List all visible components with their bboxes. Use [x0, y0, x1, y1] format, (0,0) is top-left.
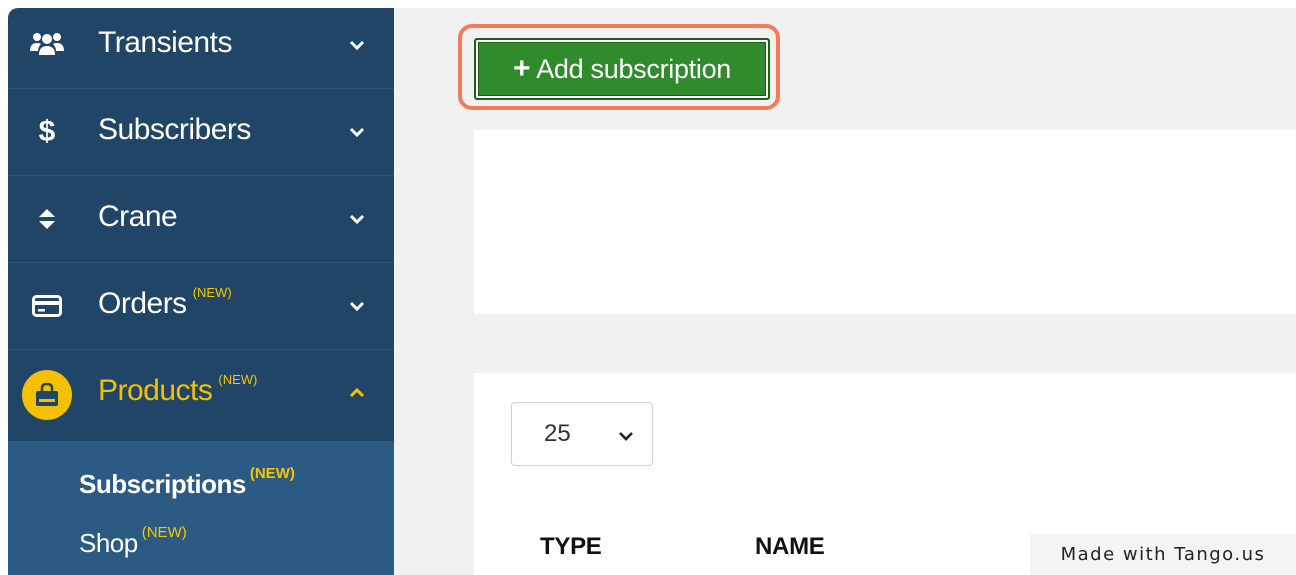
sort-arrows-icon: [30, 202, 64, 236]
sidebar-subitem-shop[interactable]: Shop (NEW): [79, 524, 187, 559]
chevron-down-icon: [346, 121, 368, 143]
sidebar-subitem-subscriptions[interactable]: Subscriptions (NEW): [79, 465, 295, 500]
sidebar: Transients $ Subscribers Crane Orders (N…: [8, 8, 394, 575]
sidebar-item-label: Subscribers: [98, 113, 251, 146]
sidebar-item-orders[interactable]: Orders (NEW): [8, 263, 394, 350]
new-badge: (NEW): [249, 465, 295, 482]
sidebar-item-subscribers[interactable]: $ Subscribers: [8, 89, 394, 176]
shopping-bag-icon: [22, 370, 72, 420]
chevron-down-icon: [346, 295, 368, 317]
sidebar-item-label: Orders (NEW): [98, 285, 232, 320]
chevron-down-icon: [346, 34, 368, 56]
chevron-down-icon: [346, 208, 368, 230]
add-subscription-button[interactable]: + Add subscription: [474, 38, 770, 100]
plus-icon: +: [512, 52, 531, 85]
new-badge: (NEW): [218, 372, 258, 387]
sidebar-item-transients[interactable]: Transients: [8, 8, 394, 89]
filter-panel: [474, 130, 1296, 314]
sidebar-item-crane[interactable]: Crane: [8, 176, 394, 263]
credit-card-icon: [30, 289, 64, 323]
users-icon: [30, 28, 64, 62]
chevron-up-icon: [346, 382, 368, 404]
sidebar-item-label: Crane: [98, 200, 178, 233]
products-submenu: Subscriptions (NEW) Shop (NEW): [8, 441, 394, 575]
chevron-down-icon: [616, 425, 636, 445]
new-badge: (NEW): [192, 285, 232, 300]
dollar-icon: $: [38, 115, 56, 148]
sidebar-item-label: Transients: [98, 26, 232, 59]
column-header-name[interactable]: NAME: [755, 533, 825, 561]
sidebar-item-label: Products (NEW): [98, 372, 258, 407]
page-size-select[interactable]: 25: [511, 402, 653, 466]
sidebar-item-products[interactable]: Products (NEW): [8, 350, 394, 437]
tango-watermark: Made with Tango.us: [1030, 534, 1296, 575]
page-size-value: 25: [544, 420, 571, 447]
add-subscription-label: Add subscription: [536, 53, 732, 84]
app-window: Transients $ Subscribers Crane Orders (N…: [8, 8, 1296, 575]
column-header-type[interactable]: TYPE: [540, 533, 602, 561]
new-badge: (NEW): [141, 524, 187, 541]
